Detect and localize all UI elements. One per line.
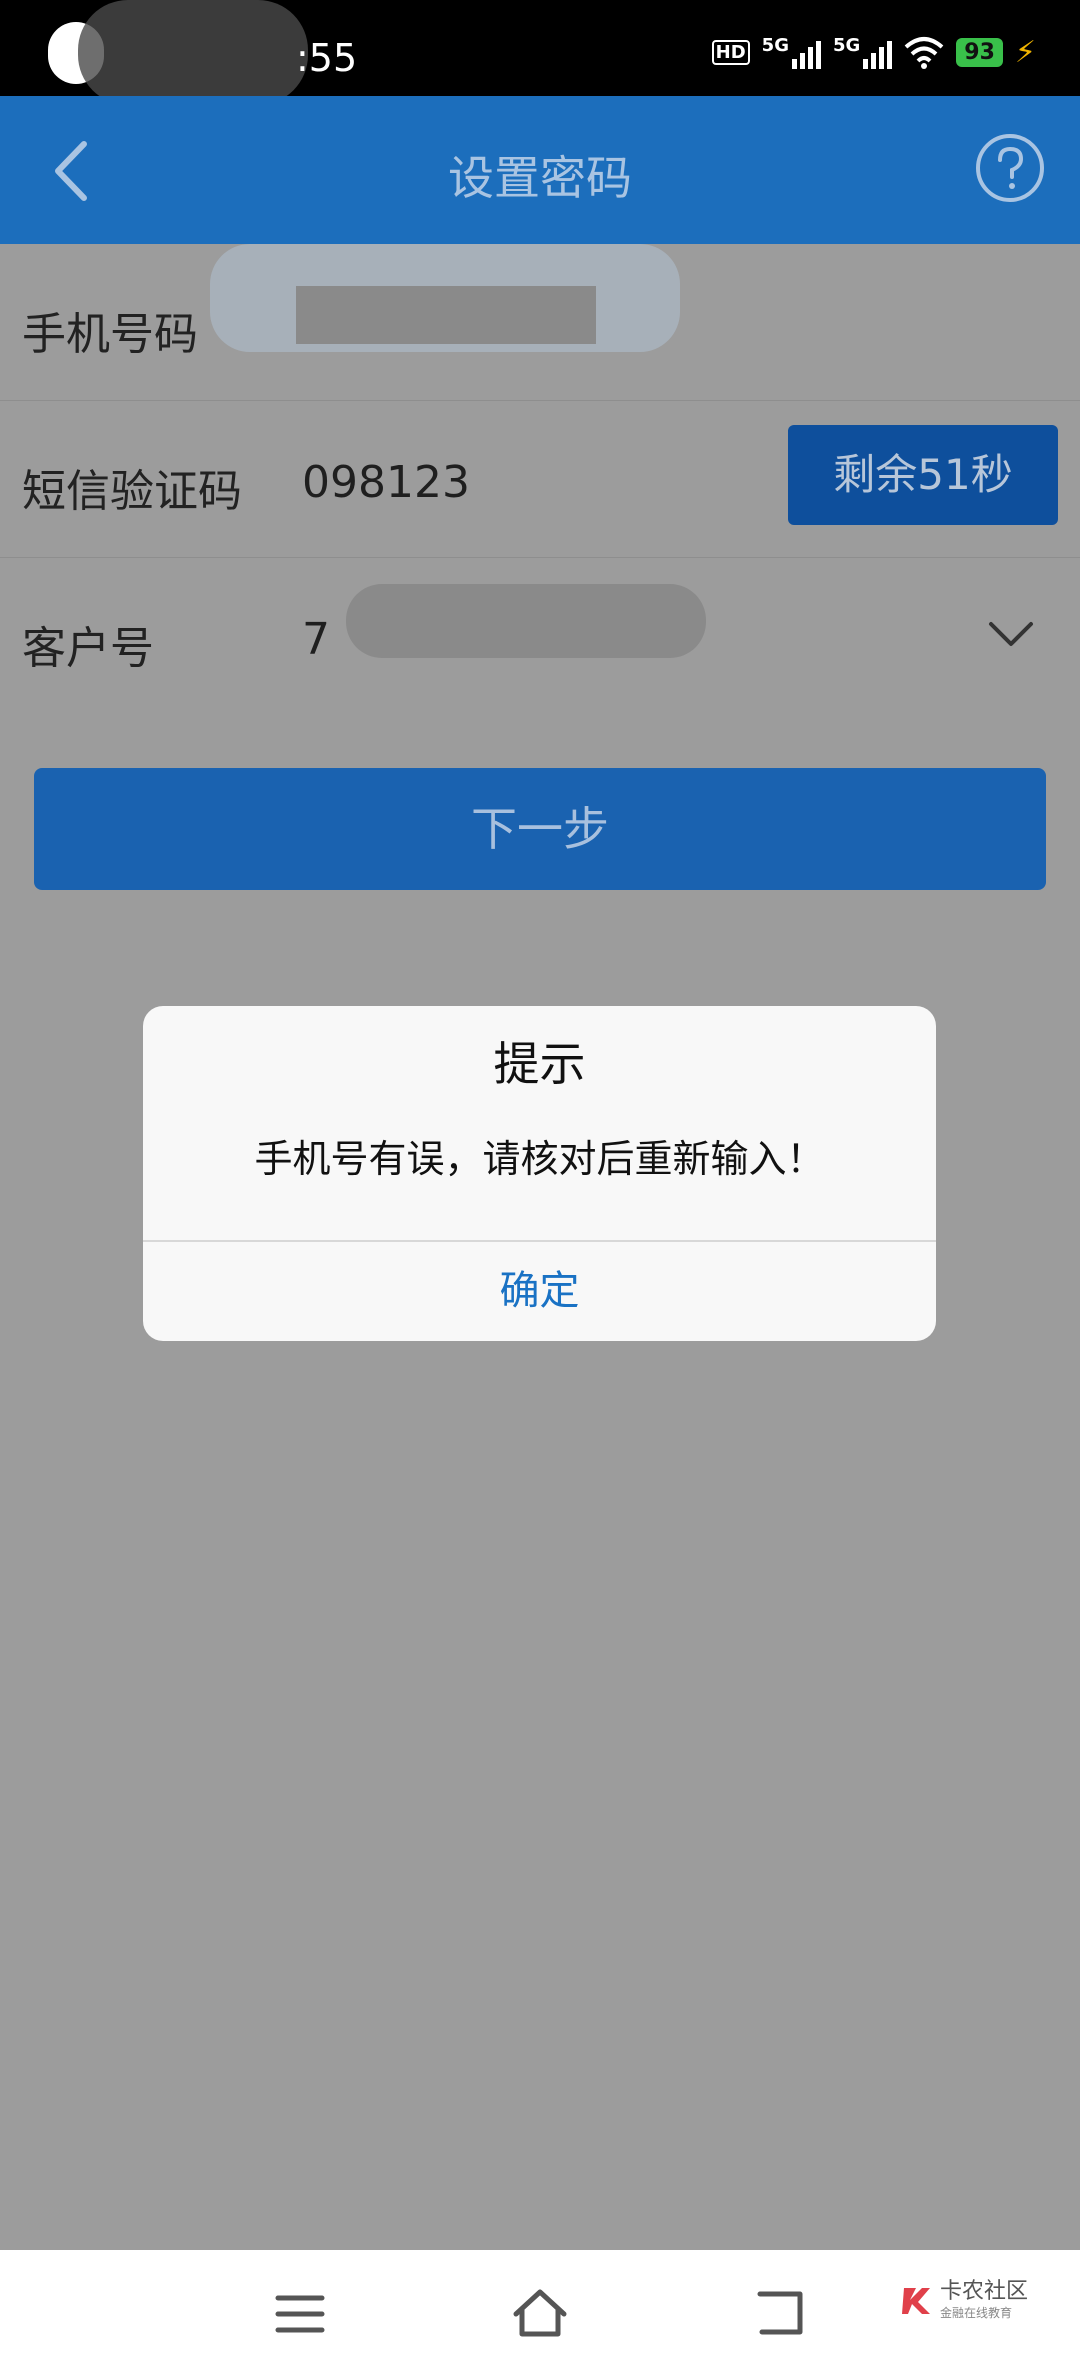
resend-timer-button[interactable]: 剩余51秒 — [788, 425, 1058, 525]
dialog-message: 手机号有误，请核对后重新输入！ — [254, 1137, 825, 1181]
back-icon[interactable] — [750, 2284, 810, 2344]
signal-icon: 5G — [832, 35, 893, 69]
menu-icon[interactable] — [270, 2284, 330, 2344]
charging-icon: ⚡ — [1014, 34, 1036, 70]
status-bar: :55 HD 5G 5G 93 ⚡ — [0, 0, 1080, 105]
signal-icon: 5G — [762, 35, 821, 69]
sms-code-input[interactable]: 098123 — [302, 457, 470, 508]
app-header: 设置密码 — [0, 96, 1080, 244]
customer-row[interactable]: 客户号 7 — [0, 558, 1080, 714]
confirm-button[interactable]: 确定 — [143, 1242, 936, 1341]
signal-label: 5G — [832, 35, 861, 56]
dialog-title: 提示 — [493, 1037, 586, 1091]
form: 手机号码 短信验证码 098123 剩余51秒 客户号 7 — [0, 244, 1080, 714]
customer-value: 7 — [302, 614, 330, 665]
alert-dialog: 提示 手机号有误，请核对后重新输入！ 确定 — [143, 1006, 936, 1341]
sms-label: 短信验证码 — [22, 466, 242, 517]
customer-field-redacted — [346, 584, 706, 658]
wifi-icon — [904, 37, 944, 69]
watermark-title: 卡农社区 — [940, 2279, 1029, 2304]
watermark-subtitle: 金融在线教育 — [940, 2306, 1013, 2320]
watermark-logo-icon — [902, 2287, 930, 2314]
status-icons: HD 5G 5G 93 ⚡ — [711, 32, 1036, 72]
next-button[interactable]: 下一步 — [34, 768, 1046, 890]
watermark: 卡农社区 金融在线教育 — [900, 2280, 1028, 2321]
signal-label: 5G — [761, 35, 789, 56]
redacted-area — [78, 0, 308, 105]
battery-icon: 93 — [956, 37, 1003, 67]
phone-label: 手机号码 — [22, 309, 198, 360]
chevron-down-icon[interactable] — [986, 608, 1036, 658]
page-title: 设置密码 — [448, 151, 632, 205]
phone-field-redacted[interactable] — [296, 286, 596, 344]
sms-row: 短信验证码 098123 剩余51秒 — [0, 401, 1080, 558]
status-time: :55 — [296, 36, 358, 80]
hd-icon: HD — [711, 39, 750, 65]
help-icon[interactable] — [974, 132, 1046, 204]
home-icon[interactable] — [510, 2284, 570, 2344]
customer-label: 客户号 — [22, 623, 154, 674]
phone-row[interactable]: 手机号码 — [0, 244, 1080, 401]
